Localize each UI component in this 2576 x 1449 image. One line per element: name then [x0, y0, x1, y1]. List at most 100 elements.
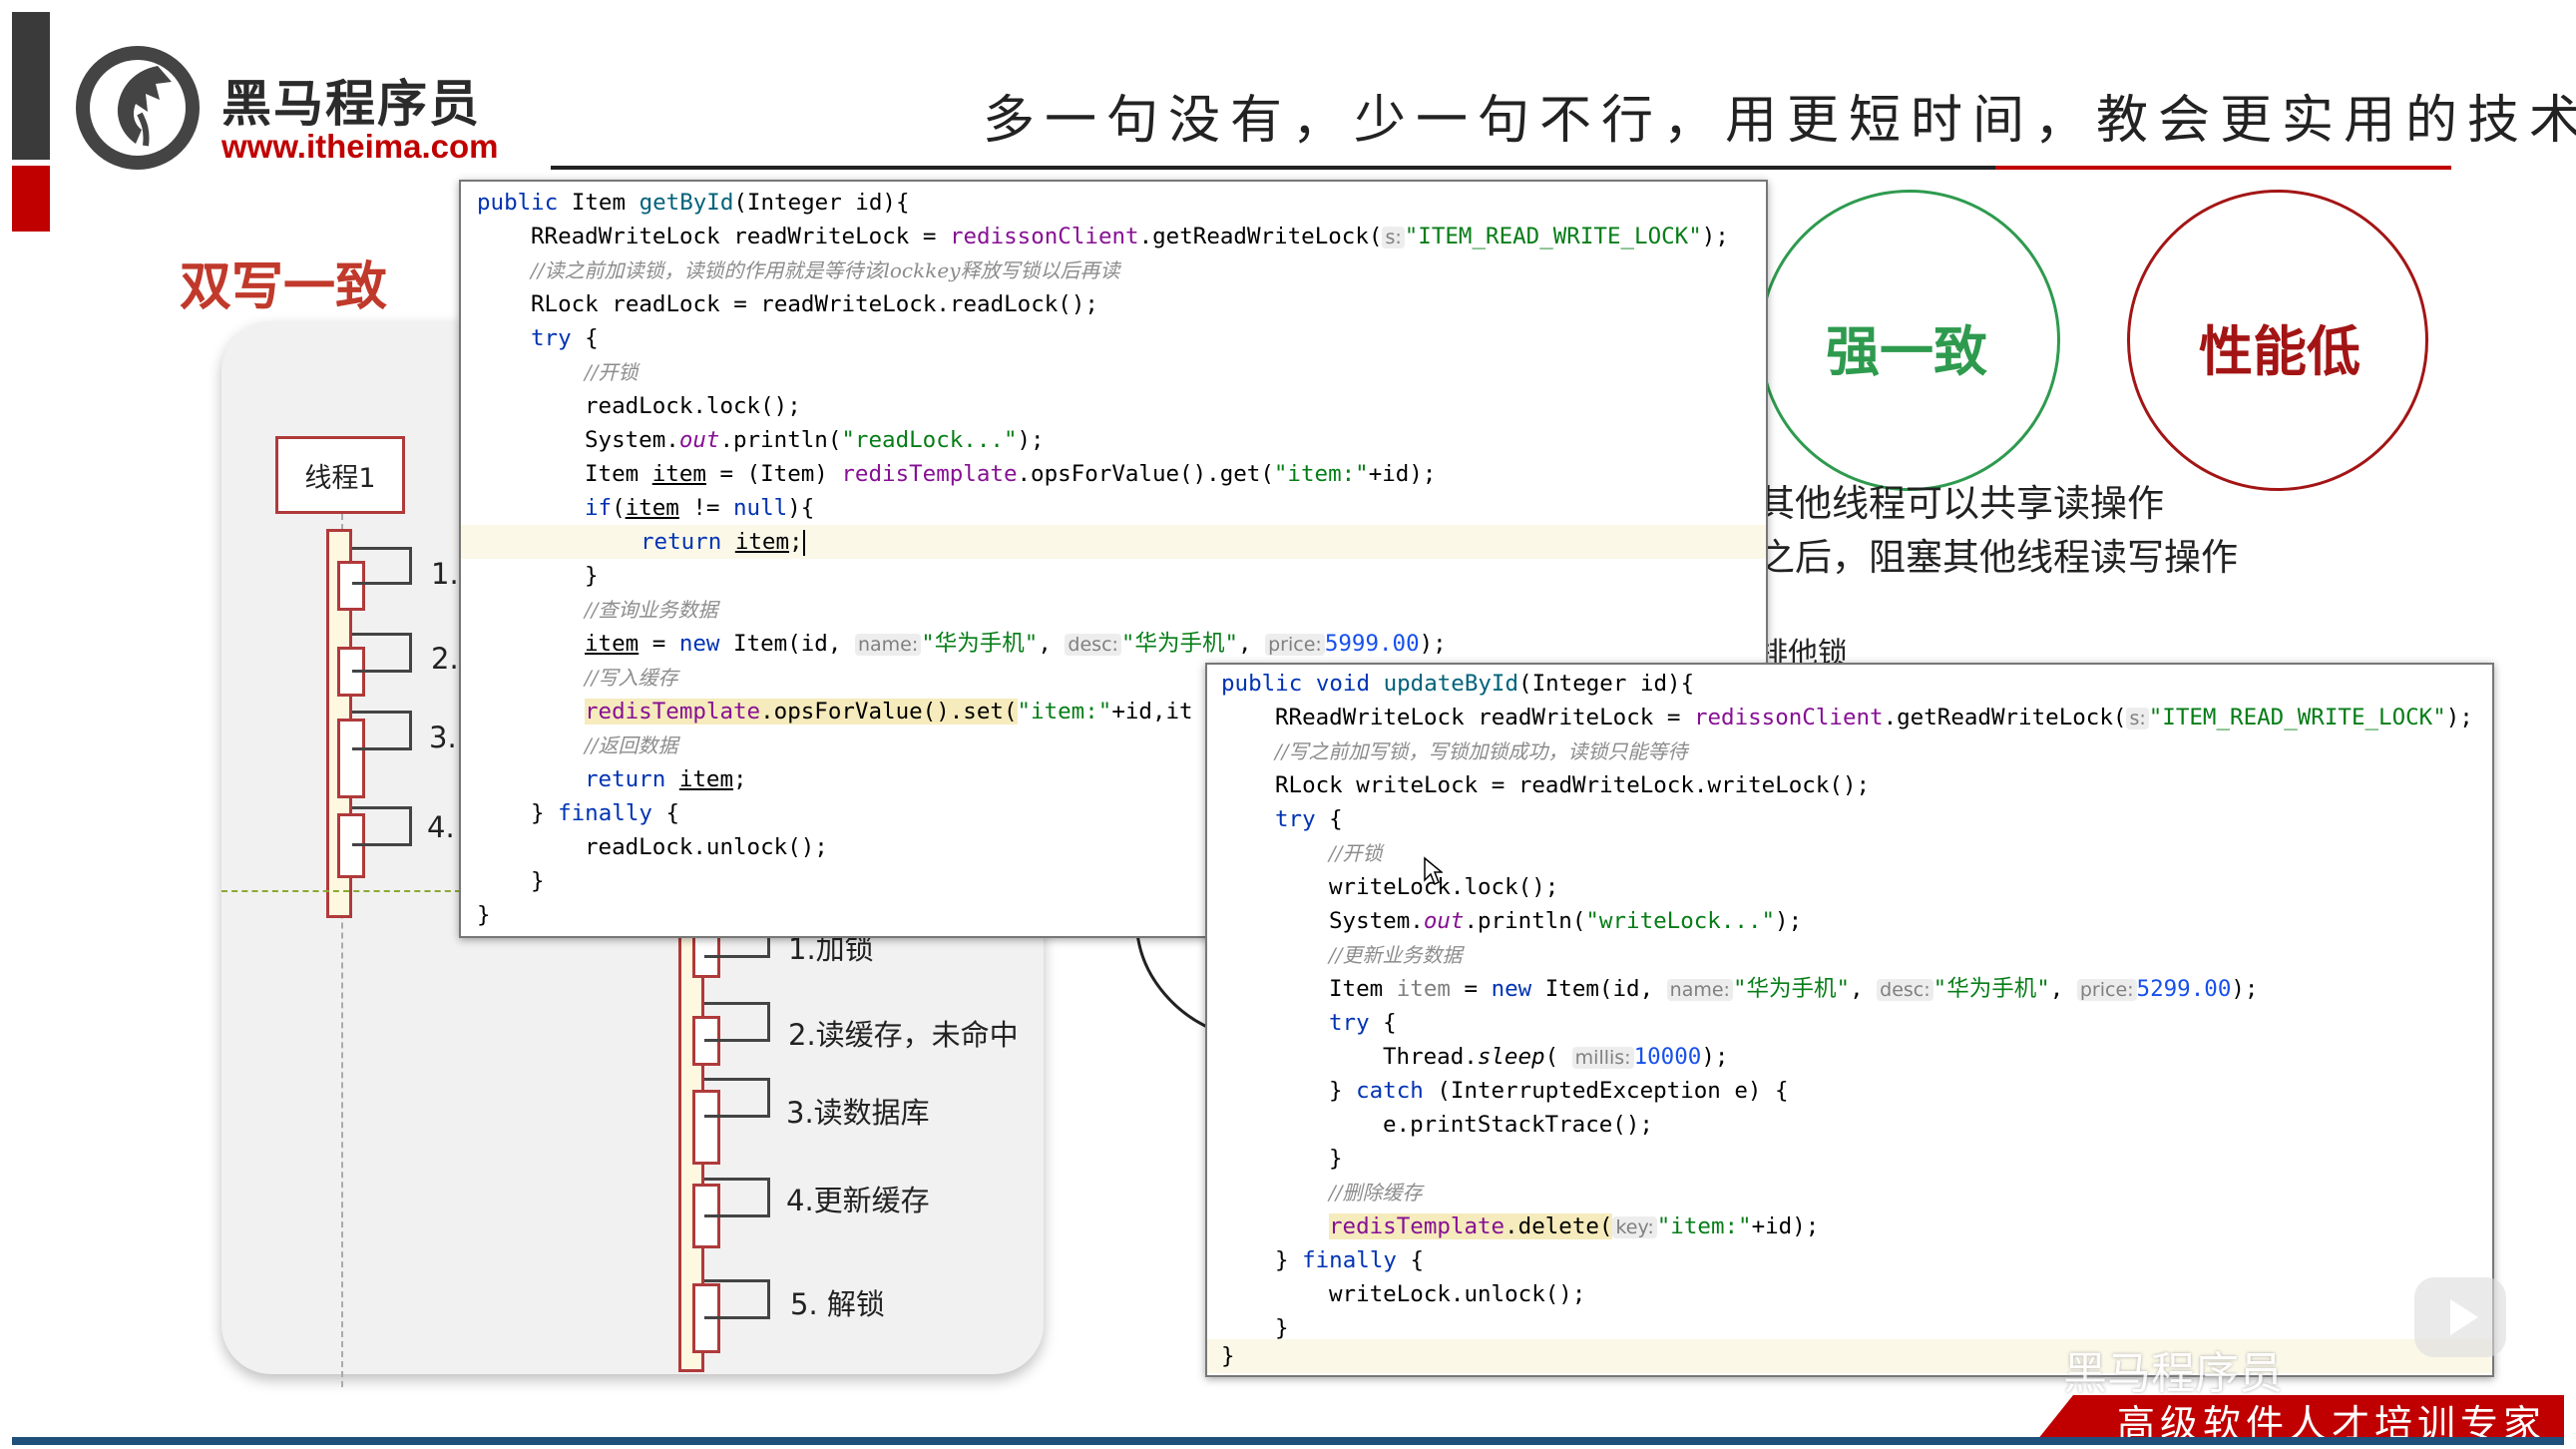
code-token: Item	[585, 461, 652, 487]
code-token: return	[641, 529, 735, 555]
self-call-loop	[704, 1178, 770, 1217]
code-line: }	[1207, 1142, 2492, 1176]
divider-line	[221, 890, 461, 892]
strong-consistency-label: 强一致	[1826, 320, 1987, 383]
code-token: .println(	[719, 427, 842, 453]
code-line: public void updateById(Integer id){	[1207, 667, 2492, 701]
self-call-loop	[352, 711, 412, 750]
step-label: 1.	[431, 557, 459, 591]
code-token: out	[678, 427, 720, 453]
left-red-bar	[12, 166, 50, 232]
code-token: .getReadWriteLock(	[1883, 705, 2127, 730]
code-line: //开锁	[1207, 836, 2492, 870]
code-line: //更新业务数据	[1207, 938, 2492, 972]
code-token: (Integer id){	[733, 190, 910, 216]
code-line: //删除缓存	[1207, 1176, 2492, 1209]
code-token: }	[1329, 1146, 1343, 1172]
self-call-loop	[352, 547, 412, 585]
code-comment: //查询业务数据	[585, 598, 718, 622]
code-token: +id);	[1751, 1213, 1820, 1239]
code-token: "华为手机"	[1732, 976, 1851, 1002]
code-token: "ITEM_READ_WRITE_LOCK"	[1404, 224, 1702, 249]
code-token: ,	[1038, 631, 1066, 657]
code-token: "华为手机"	[921, 631, 1039, 657]
code-token: System.	[585, 427, 679, 453]
code-token: Item	[1329, 976, 1397, 1002]
code-token: );	[1017, 427, 1045, 453]
code-token: ,	[1850, 976, 1878, 1002]
code-line: RReadWriteLock readWriteLock = redissonC…	[461, 220, 1766, 253]
code-token: {	[571, 325, 599, 351]
code-line: try {	[1207, 1006, 2492, 1040]
code-comment: //更新业务数据	[1329, 943, 1463, 967]
header-slogan: 多一句没有，少一句不行，用更短时间，教会更实用的技术！	[983, 91, 2576, 151]
code-token: +id,it	[1111, 699, 1193, 724]
code-token: "ITEM_READ_WRITE_LOCK"	[2148, 705, 2446, 730]
step-label: 3.	[429, 721, 457, 754]
code-token: }	[585, 563, 599, 589]
code-line: RLock writeLock = readWriteLock.writeLoc…	[1207, 768, 2492, 802]
code-token: readLock.lock();	[585, 393, 801, 419]
text-cursor	[802, 529, 805, 556]
code-token: (	[1544, 1044, 1572, 1070]
code-token: }	[1275, 1247, 1303, 1273]
code-token: "华为手机"	[1120, 631, 1239, 657]
code-token: redisTemplate	[1329, 1213, 1505, 1239]
code-line: redisTemplate.delete(key: "item:"+id);	[1207, 1209, 2492, 1243]
step-label: 4.	[427, 810, 455, 844]
code-token: null	[733, 495, 788, 521]
code-token: ,	[2049, 976, 2077, 1002]
code-token: redisTemplate	[585, 699, 761, 724]
code-token: item	[651, 461, 706, 487]
code-token: Thread.	[1383, 1044, 1478, 1070]
code-line: }	[461, 559, 1766, 593]
param-hint: price:	[1265, 634, 1325, 656]
code-token: Item(id,	[733, 631, 855, 657]
code-token: item	[1396, 976, 1451, 1002]
param-hint: key:	[1612, 1216, 1657, 1238]
code-token: if	[585, 495, 613, 521]
mouse-cursor-icon	[1424, 856, 1443, 886]
horse-logo-icon	[117, 66, 172, 147]
code-token: }	[1221, 1343, 1235, 1369]
code-line: RReadWriteLock readWriteLock = redissonC…	[1207, 701, 2492, 734]
code-line: Item item = new Item(id, name: "华为手机", de…	[1207, 972, 2492, 1006]
code-comment: //开锁	[585, 360, 639, 384]
watermark-text: 黑马程序员	[2063, 1348, 2283, 1399]
play-icon	[2450, 1299, 2478, 1335]
param-hint: desc:	[1877, 979, 1933, 1001]
code-token: {	[651, 800, 680, 826]
code-token: new	[1491, 976, 1545, 1002]
code-token: redissonClient	[1693, 705, 1884, 730]
code-token: "华为手机"	[1932, 976, 2050, 1002]
code-line: RLock readLock = readWriteLock.readLock(…	[461, 287, 1766, 321]
code-token: "item:"	[1017, 699, 1112, 724]
code-token: "item:"	[1656, 1213, 1752, 1239]
code-token: finally	[558, 800, 652, 826]
code-token: }	[531, 868, 545, 894]
self-call-loop	[704, 1078, 770, 1118]
code-line: System.out.println("readLock...");	[461, 423, 1766, 457]
code-token: .getReadWriteLock(	[1138, 224, 1383, 249]
code-line: //写之前加写锁，写锁加锁成功，读锁只能等待	[1207, 734, 2492, 768]
code-token: try	[531, 325, 572, 351]
code-token: "item:"	[1273, 461, 1369, 487]
code-token: .delete(	[1504, 1213, 1613, 1239]
code-line: readLock.lock();	[461, 389, 1766, 423]
code-editor-updatebyid[interactable]: public void updateById(Integer id){ RRea…	[1205, 663, 2494, 1377]
code-token: updateById	[1383, 671, 1519, 697]
code-token: );	[1419, 631, 1447, 657]
slide: 黑马程序员 www.itheima.com 多一句没有，少一句不行，用更短时间，…	[0, 0, 2576, 1449]
code-token: getById	[639, 190, 734, 216]
self-call-loop	[704, 1279, 770, 1319]
code-token: Item(id,	[1544, 976, 1667, 1002]
left-dark-bar	[12, 12, 50, 160]
code-line: if(item != null){	[461, 491, 1766, 525]
code-line: } finally {	[1207, 1243, 2492, 1277]
code-token: );	[1775, 908, 1803, 934]
code-token: ;	[789, 529, 803, 555]
param-hint: desc:	[1065, 634, 1121, 656]
code-token: }	[531, 800, 559, 826]
code-token: writeLock.lock();	[1329, 874, 1559, 900]
code-token: {	[1315, 806, 1343, 832]
